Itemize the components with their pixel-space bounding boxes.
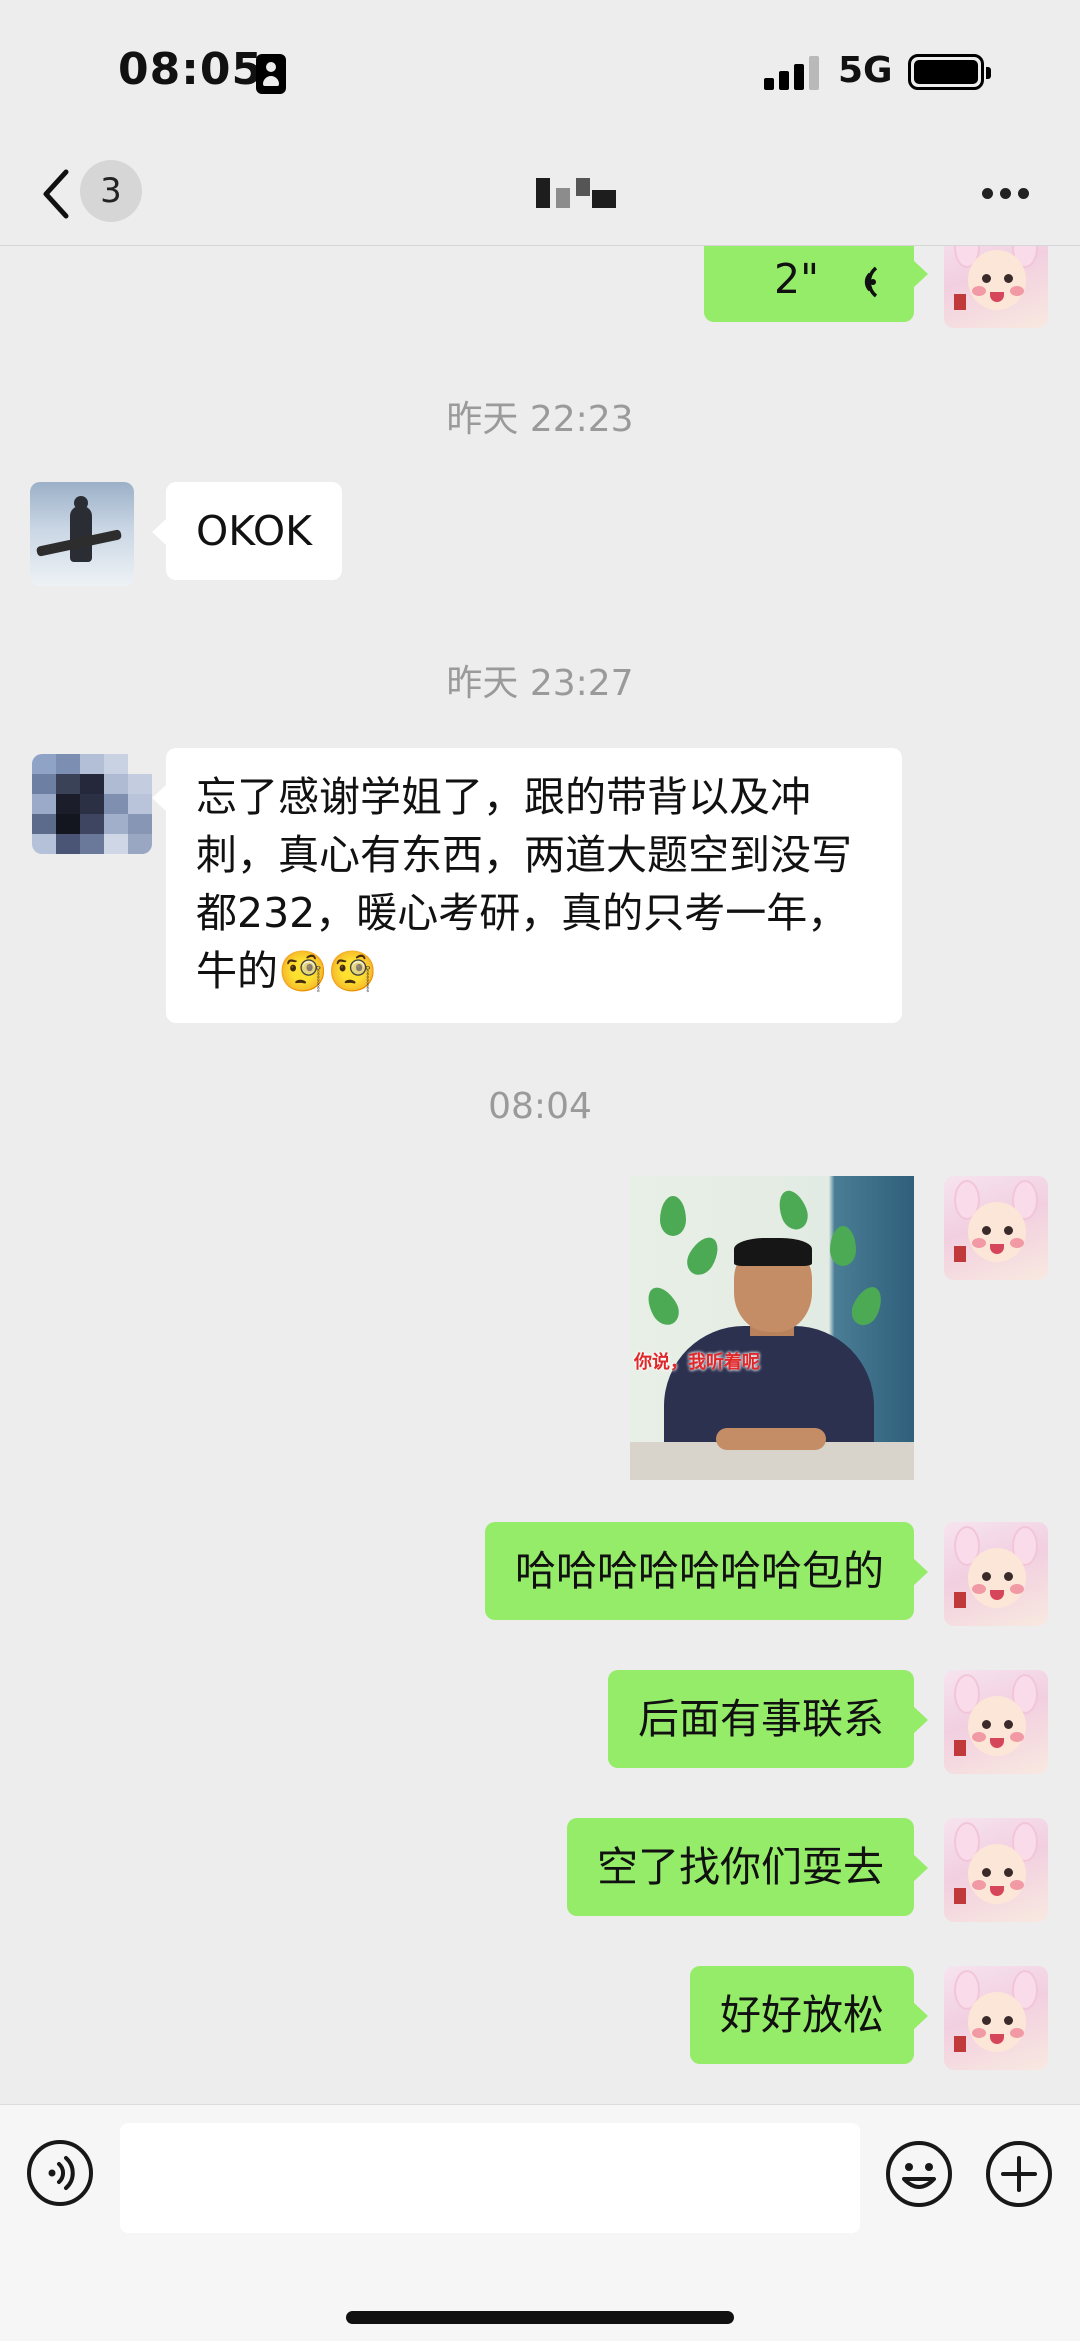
message-text: OKOK (196, 507, 313, 555)
message-input[interactable] (120, 2123, 860, 2233)
sticker-image[interactable]: 你说，我听着呢 (630, 1176, 914, 1480)
id-card-icon (256, 54, 286, 94)
timestamp: 昨天 23:27 (446, 663, 634, 704)
more-dots-icon[interactable] (976, 178, 1036, 208)
message-list[interactable]: 2" 昨天 22:23 OKOK 昨天 23:27 忘了感谢学姐了，跟的带背以及… (0, 246, 1080, 2104)
battery-icon (908, 54, 991, 90)
chevron-left-icon[interactable] (36, 166, 80, 222)
unread-count-badge[interactable]: 3 (80, 160, 142, 222)
outgoing-message-bubble[interactable]: 好好放松 (690, 1966, 928, 2064)
my-avatar[interactable] (944, 1522, 1048, 1626)
contact-name-pixelated (530, 178, 622, 208)
voice-wave-icon (864, 266, 878, 298)
emoji-icon[interactable] (884, 2139, 954, 2209)
incoming-message-bubble[interactable]: OKOK (151, 482, 343, 580)
outgoing-message-bubble[interactable]: 后面有事联系 (608, 1670, 928, 1768)
my-avatar[interactable] (944, 1818, 1048, 1922)
message-text: 空了找你们耍去 (597, 1843, 884, 1891)
message-text: 哈哈哈哈哈哈哈包的 (515, 1547, 884, 1595)
chat-header: 3 (0, 140, 1080, 246)
chat-screen: 08:05 5G 3 2" 昨天 22:23 OKOK 昨天 23:27 忘了感… (0, 0, 1080, 2341)
my-avatar[interactable] (944, 1670, 1048, 1774)
status-time: 08:05 (118, 44, 264, 95)
plus-icon[interactable] (984, 2139, 1054, 2209)
my-avatar[interactable] (944, 246, 1048, 328)
outgoing-message-bubble[interactable]: 哈哈哈哈哈哈哈包的 (485, 1522, 928, 1620)
network-type: 5G (838, 50, 893, 91)
sticker-caption: 你说，我听着呢 (634, 1352, 760, 1373)
cellular-signal-icon (764, 56, 820, 90)
my-avatar[interactable] (944, 1176, 1048, 1280)
contact-avatar-snow[interactable] (30, 482, 134, 586)
status-bar: 08:05 5G (0, 0, 1080, 140)
voice-message-bubble[interactable]: 2" (704, 246, 928, 322)
voice-toggle-icon[interactable] (26, 2139, 94, 2207)
home-indicator[interactable] (346, 2311, 734, 2324)
timestamp: 昨天 22:23 (446, 399, 634, 440)
message-text: 后面有事联系 (638, 1695, 884, 1743)
outgoing-message-bubble[interactable]: 空了找你们耍去 (567, 1818, 928, 1916)
voice-duration: 2" (774, 255, 819, 303)
contact-avatar-pixelated[interactable] (32, 754, 152, 854)
monocle-emoji: 🧐🧐 (278, 949, 378, 995)
my-avatar[interactable] (944, 1966, 1048, 2070)
input-bar (0, 2104, 1080, 2341)
timestamp: 08:04 (488, 1086, 592, 1127)
incoming-message-bubble[interactable]: 忘了感谢学姐了，跟的带背以及冲刺，真心有东西，两道大题空到没写都232，暖心考研… (152, 748, 902, 1023)
message-text: 好好放松 (720, 1991, 884, 2039)
